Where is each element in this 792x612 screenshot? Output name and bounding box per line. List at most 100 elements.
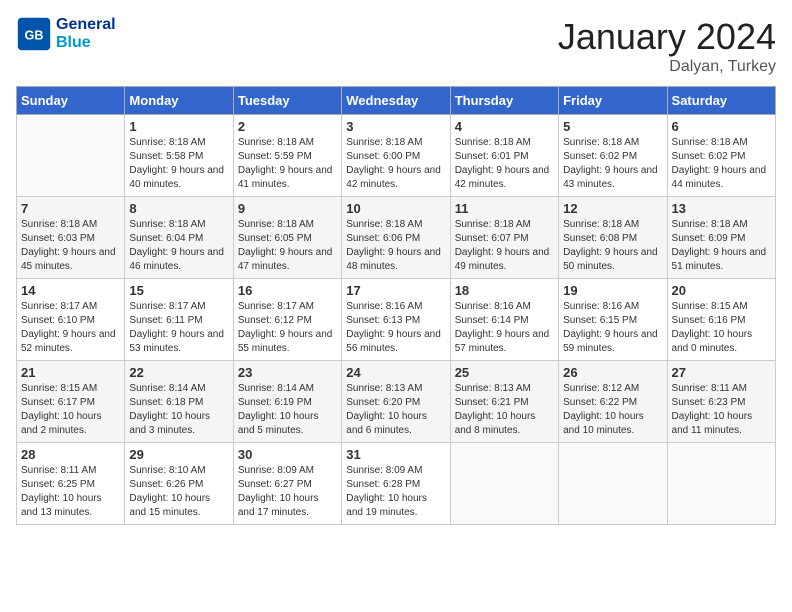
day-number: 28 bbox=[21, 447, 120, 462]
day-info: Sunrise: 8:17 AMSunset: 6:12 PMDaylight:… bbox=[238, 300, 337, 356]
logo: GB General Blue bbox=[16, 16, 116, 52]
day-info: Sunrise: 8:17 AMSunset: 6:10 PMDaylight:… bbox=[21, 300, 120, 356]
calendar-cell: 21 Sunrise: 8:15 AMSunset: 6:17 PMDayligh… bbox=[17, 361, 125, 443]
svg-text:GB: GB bbox=[25, 28, 44, 42]
day-number: 3 bbox=[346, 119, 445, 134]
day-number: 21 bbox=[21, 365, 120, 380]
calendar-cell: 20Sunrise: 8:15 AMSunset: 6:16 PMDayligh… bbox=[667, 279, 775, 361]
day-info: Sunrise: 8:12 AMSunset: 6:22 PMDaylight:… bbox=[563, 382, 662, 438]
day-info: Sunrise: 8:14 AMSunset: 6:18 PMDaylight:… bbox=[129, 382, 228, 438]
calendar-cell: 5Sunrise: 8:18 AMSunset: 6:02 PMDaylight… bbox=[559, 115, 667, 197]
calendar-cell: 6 Sunrise: 8:18 AMSunset: 6:02 PMDaylight… bbox=[667, 115, 775, 197]
calendar-cell: 25Sunrise: 8:13 AMSunset: 6:21 PMDayligh… bbox=[450, 361, 558, 443]
day-info: Sunrise: 8:18 AMSunset: 6:01 PMDaylight:… bbox=[455, 136, 554, 192]
day-number: 26 bbox=[563, 365, 662, 380]
calendar-week-row: 21 Sunrise: 8:15 AMSunset: 6:17 PMDayligh… bbox=[17, 361, 776, 443]
calendar-cell: 22 Sunrise: 8:14 AMSunset: 6:18 PMDayligh… bbox=[125, 361, 233, 443]
calendar-cell: 14Sunrise: 8:17 AMSunset: 6:10 PMDayligh… bbox=[17, 279, 125, 361]
day-info: Sunrise: 8:18 AMSunset: 6:02 PMDaylight:… bbox=[563, 136, 662, 192]
calendar-cell: 30 Sunrise: 8:09 AMSunset: 6:27 PMDayligh… bbox=[233, 443, 341, 525]
calendar-cell: 26 Sunrise: 8:12 AMSunset: 6:22 PMDayligh… bbox=[559, 361, 667, 443]
day-number: 13 bbox=[672, 201, 771, 216]
day-number: 29 bbox=[129, 447, 228, 462]
day-info: Sunrise: 8:18 AMSunset: 6:03 PMDaylight:… bbox=[21, 218, 120, 274]
calendar-cell bbox=[450, 443, 558, 525]
calendar-cell: 9Sunrise: 8:18 AMSunset: 6:05 PMDaylight… bbox=[233, 197, 341, 279]
header-row: SundayMondayTuesdayWednesdayThursdayFrid… bbox=[17, 87, 776, 115]
day-info: Sunrise: 8:18 AMSunset: 6:07 PMDaylight:… bbox=[455, 218, 554, 274]
day-number: 31 bbox=[346, 447, 445, 462]
calendar-cell: 31Sunrise: 8:09 AMSunset: 6:28 PMDayligh… bbox=[342, 443, 450, 525]
calendar-cell: 11 Sunrise: 8:18 AMSunset: 6:07 PMDayligh… bbox=[450, 197, 558, 279]
day-info: Sunrise: 8:14 AMSunset: 6:19 PMDaylight:… bbox=[238, 382, 337, 438]
day-info: Sunrise: 8:15 AMSunset: 6:17 PMDaylight:… bbox=[21, 382, 120, 438]
day-info: Sunrise: 8:11 AMSunset: 6:23 PMDaylight:… bbox=[672, 382, 771, 438]
calendar-cell: 19 Sunrise: 8:16 AMSunset: 6:15 PMDayligh… bbox=[559, 279, 667, 361]
calendar-cell: 18 Sunrise: 8:16 AMSunset: 6:14 PMDayligh… bbox=[450, 279, 558, 361]
day-number: 12 bbox=[563, 201, 662, 216]
header-day-monday: Monday bbox=[125, 87, 233, 115]
day-info: Sunrise: 8:18 AMSunset: 6:04 PMDaylight:… bbox=[129, 218, 228, 274]
title-block: January 2024 Dalyan, Turkey bbox=[558, 16, 776, 76]
calendar-cell: 27 Sunrise: 8:11 AMSunset: 6:23 PMDayligh… bbox=[667, 361, 775, 443]
calendar-cell: 17Sunrise: 8:16 AMSunset: 6:13 PMDayligh… bbox=[342, 279, 450, 361]
day-number: 27 bbox=[672, 365, 771, 380]
day-info: Sunrise: 8:18 AMSunset: 6:00 PMDaylight:… bbox=[346, 136, 445, 192]
day-number: 6 bbox=[672, 119, 771, 134]
day-number: 7 bbox=[21, 201, 120, 216]
calendar-body: 1Sunrise: 8:18 AMSunset: 5:58 PMDaylight… bbox=[17, 115, 776, 525]
page-header: GB General Blue January 2024 Dalyan, Tur… bbox=[16, 16, 776, 76]
day-info: Sunrise: 8:18 AMSunset: 5:58 PMDaylight:… bbox=[129, 136, 228, 192]
day-number: 15 bbox=[129, 283, 228, 298]
calendar-cell bbox=[17, 115, 125, 197]
header-day-sunday: Sunday bbox=[17, 87, 125, 115]
day-info: Sunrise: 8:18 AMSunset: 6:06 PMDaylight:… bbox=[346, 218, 445, 274]
day-number: 18 bbox=[455, 283, 554, 298]
calendar-cell: 24 Sunrise: 8:13 AMSunset: 6:20 PMDayligh… bbox=[342, 361, 450, 443]
header-day-tuesday: Tuesday bbox=[233, 87, 341, 115]
calendar-cell: 4 Sunrise: 8:18 AMSunset: 6:01 PMDaylight… bbox=[450, 115, 558, 197]
calendar-cell: 13Sunrise: 8:18 AMSunset: 6:09 PMDayligh… bbox=[667, 197, 775, 279]
calendar-week-row: 28 Sunrise: 8:11 AMSunset: 6:25 PMDayligh… bbox=[17, 443, 776, 525]
header-day-friday: Friday bbox=[559, 87, 667, 115]
day-info: Sunrise: 8:17 AMSunset: 6:11 PMDaylight:… bbox=[129, 300, 228, 356]
calendar-cell: 8 Sunrise: 8:18 AMSunset: 6:04 PMDaylight… bbox=[125, 197, 233, 279]
day-number: 9 bbox=[238, 201, 337, 216]
day-info: Sunrise: 8:16 AMSunset: 6:15 PMDaylight:… bbox=[563, 300, 662, 356]
day-number: 20 bbox=[672, 283, 771, 298]
day-number: 10 bbox=[346, 201, 445, 216]
header-day-thursday: Thursday bbox=[450, 87, 558, 115]
day-info: Sunrise: 8:18 AMSunset: 6:02 PMDaylight:… bbox=[672, 136, 771, 192]
day-info: Sunrise: 8:09 AMSunset: 6:27 PMDaylight:… bbox=[238, 464, 337, 520]
day-number: 24 bbox=[346, 365, 445, 380]
day-info: Sunrise: 8:13 AMSunset: 6:20 PMDaylight:… bbox=[346, 382, 445, 438]
calendar-cell: 23 Sunrise: 8:14 AMSunset: 6:19 PMDayligh… bbox=[233, 361, 341, 443]
day-info: Sunrise: 8:18 AMSunset: 5:59 PMDaylight:… bbox=[238, 136, 337, 192]
day-number: 8 bbox=[129, 201, 228, 216]
day-info: Sunrise: 8:16 AMSunset: 6:14 PMDaylight:… bbox=[455, 300, 554, 356]
calendar-cell: 29 Sunrise: 8:10 AMSunset: 6:26 PMDayligh… bbox=[125, 443, 233, 525]
location-subtitle: Dalyan, Turkey bbox=[558, 58, 776, 76]
calendar-cell: 12 Sunrise: 8:18 AMSunset: 6:08 PMDayligh… bbox=[559, 197, 667, 279]
day-number: 22 bbox=[129, 365, 228, 380]
calendar-cell: 1Sunrise: 8:18 AMSunset: 5:58 PMDaylight… bbox=[125, 115, 233, 197]
day-number: 11 bbox=[455, 201, 554, 216]
day-number: 25 bbox=[455, 365, 554, 380]
day-number: 2 bbox=[238, 119, 337, 134]
day-info: Sunrise: 8:18 AMSunset: 6:08 PMDaylight:… bbox=[563, 218, 662, 274]
calendar-cell bbox=[559, 443, 667, 525]
day-number: 19 bbox=[563, 283, 662, 298]
calendar-cell: 28 Sunrise: 8:11 AMSunset: 6:25 PMDayligh… bbox=[17, 443, 125, 525]
header-day-saturday: Saturday bbox=[667, 87, 775, 115]
day-info: Sunrise: 8:16 AMSunset: 6:13 PMDaylight:… bbox=[346, 300, 445, 356]
calendar-week-row: 7 Sunrise: 8:18 AMSunset: 6:03 PMDaylight… bbox=[17, 197, 776, 279]
calendar-header: SundayMondayTuesdayWednesdayThursdayFrid… bbox=[17, 87, 776, 115]
day-number: 30 bbox=[238, 447, 337, 462]
day-info: Sunrise: 8:10 AMSunset: 6:26 PMDaylight:… bbox=[129, 464, 228, 520]
day-info: Sunrise: 8:11 AMSunset: 6:25 PMDaylight:… bbox=[21, 464, 120, 520]
header-day-wednesday: Wednesday bbox=[342, 87, 450, 115]
day-number: 23 bbox=[238, 365, 337, 380]
logo-general-text: General bbox=[56, 16, 116, 33]
calendar-cell: 2 Sunrise: 8:18 AMSunset: 5:59 PMDaylight… bbox=[233, 115, 341, 197]
day-number: 4 bbox=[455, 119, 554, 134]
